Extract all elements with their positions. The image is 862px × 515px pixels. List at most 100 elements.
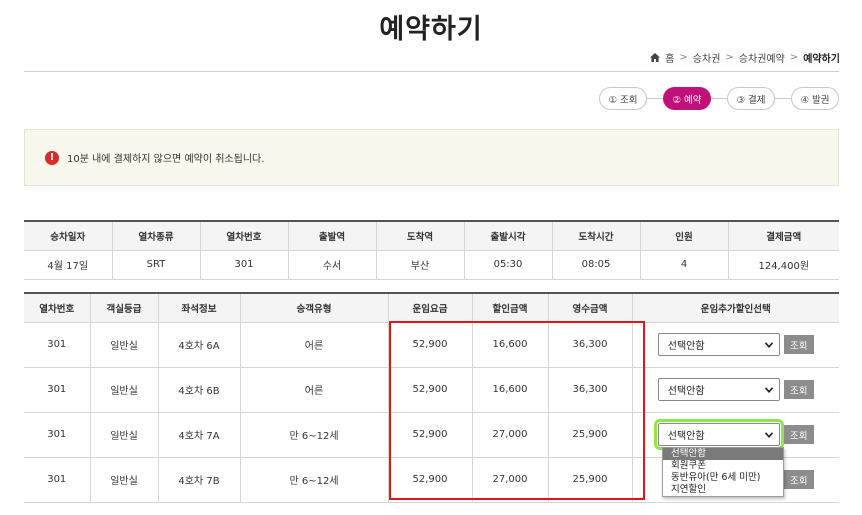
step-connector: [711, 98, 727, 99]
column-header: 좌석정보: [157, 293, 240, 323]
table-cell: 4: [639, 250, 728, 280]
notice-text: 10분 내에 결제하지 않으면 예약이 취소됩니다.: [67, 154, 265, 165]
table-header-row: 승차일자 열차종류 열차번호 출발역 도착역 출발시각 도착시간 인원 결제금액: [24, 221, 839, 251]
column-header: 인원: [639, 221, 728, 251]
column-header: 열차번호: [199, 221, 288, 251]
step-search: ① 조회: [599, 87, 647, 110]
column-header: 운임추가할인선택: [631, 293, 839, 323]
chevron-down-icon: [764, 431, 773, 438]
column-header: 열차번호: [24, 293, 90, 323]
table-row: 4월 17일 SRT 301 수서 부산 05:30 08:05 4 124,4…: [24, 250, 839, 280]
discount-dropdown-list[interactable]: 선택안함 회원쿠폰 동반유아(만 6세 미만) 지연할인: [662, 447, 784, 497]
discount-select[interactable]: 선택안함: [657, 333, 780, 356]
receipt-cell: 36,300: [547, 322, 632, 368]
fare-cell: 52,900: [387, 457, 472, 503]
table-cell: 08:05: [551, 250, 640, 280]
passenger-type-cell: 어른: [239, 322, 388, 368]
class-cell: 일반실: [89, 367, 158, 413]
summary-table: 승차일자 열차종류 열차번호 출발역 도착역 출발시각 도착시간 인원 결제금액…: [24, 220, 839, 280]
column-header: 출발역: [287, 221, 376, 251]
train-number-cell: 301: [24, 367, 90, 413]
receipt-cell: 36,300: [547, 367, 632, 413]
page-title: 예약하기: [379, 14, 483, 45]
step-reserve: ② 예약: [663, 87, 711, 110]
table-cell: 4월 17일: [24, 250, 112, 280]
column-header: 승객유형: [239, 293, 388, 323]
table-row: 301 일반실 4호차 6A 어른 52,900 16,600 36,300 선…: [24, 322, 839, 368]
table-cell: 수서: [287, 250, 376, 280]
home-icon[interactable]: [650, 53, 661, 62]
table-row: 301 일반실 4호차 6B 어른 52,900 16,600 36,300 선…: [24, 367, 839, 413]
lookup-button[interactable]: 조회: [783, 335, 814, 354]
table-cell: 124,400원: [727, 250, 839, 280]
dropdown-option[interactable]: 회원쿠폰: [663, 460, 783, 472]
chevron-right-icon: >: [725, 52, 734, 63]
discount-select-cell: 선택안함 조회: [631, 367, 839, 413]
discount-cell: 27,000: [471, 412, 548, 458]
step-connector: [647, 98, 663, 99]
passenger-type-cell: 만 6~12세: [239, 412, 388, 458]
select-value: 선택안함: [667, 341, 705, 352]
class-cell: 일반실: [89, 412, 158, 458]
train-number-cell: 301: [24, 457, 90, 503]
receipt-cell: 25,900: [547, 412, 632, 458]
column-header: 도착역: [375, 221, 464, 251]
select-value: 선택안함: [667, 386, 705, 397]
progress-steps: ① 조회 ② 예약 ③ 결제 ④ 발권: [599, 87, 839, 110]
column-header: 영수금액: [547, 293, 632, 323]
notice-box: ! 10분 내에 결제하지 않으면 예약이 취소됩니다.: [24, 129, 839, 186]
breadcrumb-current: 예약하기: [803, 54, 840, 65]
seat-cell: 4호차 6B: [157, 367, 240, 413]
lookup-button[interactable]: 조회: [783, 470, 814, 489]
train-number-cell: 301: [24, 322, 90, 368]
seat-cell: 4호차 7A: [157, 412, 240, 458]
column-header: 출발시각: [463, 221, 552, 251]
step-connector: [775, 98, 791, 99]
dropdown-option[interactable]: 선택안함: [663, 448, 783, 460]
breadcrumb-item[interactable]: 승차권: [693, 50, 721, 65]
table-header-row: 열차번호 객실등급 좌석정보 승객유형 운임요금 할인금액 영수금액 운임추가할…: [24, 293, 839, 323]
chevron-down-icon: [764, 386, 773, 393]
discount-cell: 27,000: [471, 457, 548, 503]
step-ticketing: ④ 발권: [791, 87, 839, 110]
column-header: 할인금액: [471, 293, 548, 323]
discount-cell: 16,600: [471, 367, 548, 413]
lookup-button[interactable]: 조회: [783, 380, 814, 399]
discount-select[interactable]: 선택안함: [657, 378, 780, 401]
class-cell: 일반실: [89, 322, 158, 368]
fare-cell: 52,900: [387, 412, 472, 458]
breadcrumb-home[interactable]: 홈: [665, 50, 674, 65]
lookup-button[interactable]: 조회: [783, 425, 814, 444]
column-header: 객실등급: [89, 293, 158, 323]
dropdown-option[interactable]: 동반유아(만 6세 미만): [663, 472, 783, 484]
seat-cell: 4호차 6A: [157, 322, 240, 368]
dropdown-option[interactable]: 지연할인: [663, 484, 783, 496]
table-cell: 301: [199, 250, 288, 280]
discount-select-focused[interactable]: 선택안함: [653, 419, 784, 450]
table-cell: SRT: [111, 250, 200, 280]
chevron-down-icon: [764, 341, 773, 348]
title-divider: [24, 71, 839, 72]
train-number-cell: 301: [24, 412, 90, 458]
fare-cell: 52,900: [387, 367, 472, 413]
breadcrumb-item[interactable]: 승차권예약: [739, 50, 785, 65]
table-cell: 05:30: [463, 250, 552, 280]
passenger-type-cell: 만 6~12세: [239, 457, 388, 503]
discount-cell: 16,600: [471, 322, 548, 368]
column-header: 열차종류: [111, 221, 200, 251]
class-cell: 일반실: [89, 457, 158, 503]
column-header: 승차일자: [24, 221, 112, 251]
seat-cell: 4호차 7B: [157, 457, 240, 503]
discount-select-cell: 선택안함 조회: [631, 322, 839, 368]
chevron-right-icon: >: [789, 52, 799, 63]
column-header: 운임요금: [387, 293, 472, 323]
column-header: 도착시간: [551, 221, 640, 251]
breadcrumb: 홈 > 승차권 > 승차권예약 > 예약하기: [650, 50, 840, 65]
fare-cell: 52,900: [387, 322, 472, 368]
chevron-right-icon: >: [679, 52, 688, 63]
passenger-type-cell: 어른: [239, 367, 388, 413]
table-cell: 부산: [375, 250, 464, 280]
receipt-cell: 25,900: [547, 457, 632, 503]
alert-icon: !: [45, 150, 59, 165]
column-header: 결제금액: [727, 221, 839, 251]
